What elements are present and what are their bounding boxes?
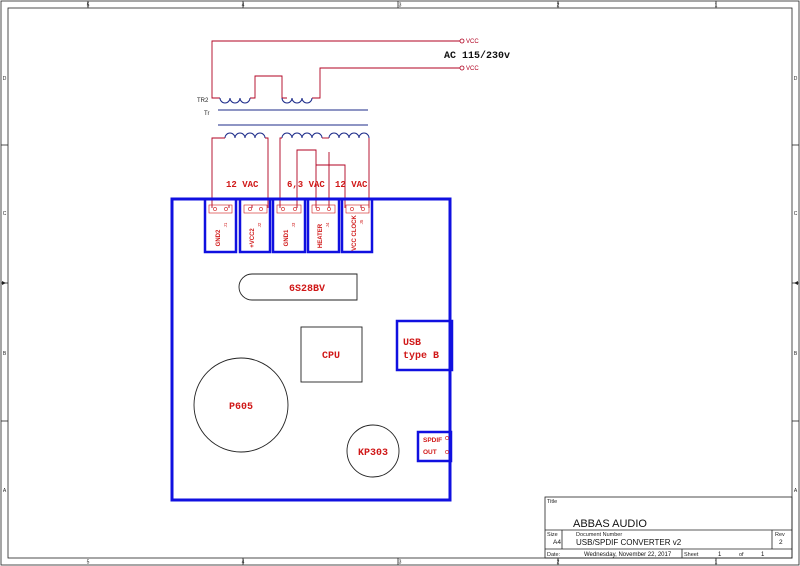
right-tick-a: A [794, 488, 798, 494]
bottom-tick-4: 4 [242, 560, 245, 566]
spdif-label-line1: SPDIF [423, 437, 442, 444]
kp303-transistor[interactable]: KP303 [346, 424, 400, 478]
vcc-bottom-label: VCC [466, 66, 479, 72]
tube-6s28bv[interactable]: 6S28BV [238, 273, 358, 301]
transformer-ref-label: TR2 [197, 98, 209, 104]
connector-j1-name: GND2 [216, 229, 222, 246]
transformer-tr2: TR2 Tr [197, 97, 370, 139]
connector-j1-ref: J1 [223, 222, 228, 227]
connector-j2-name: +VCC2 [250, 228, 256, 248]
connector-j3[interactable]: GND1 J3 [271, 197, 307, 254]
spdif-out-port[interactable]: SPDIF OUT [416, 430, 453, 463]
connector-j5[interactable]: VCC CLOCK J5 [340, 197, 374, 254]
kp303-label: KP303 [358, 448, 388, 459]
voltage-middle-label: 6,3 VAC [287, 180, 325, 190]
sheet-field-label: Sheet [684, 552, 699, 558]
of-field-label: of [739, 552, 744, 558]
right-tick-c: C [794, 211, 798, 217]
top-tick-5: 5 [87, 3, 90, 9]
size-field-label: Size [547, 532, 558, 538]
top-tick-2: 2 [557, 3, 560, 9]
sheet-value: 1 [718, 552, 722, 558]
right-tick-d: D [794, 76, 798, 82]
usb-label-line2: type B [403, 351, 439, 362]
voltage-right-label: 12 VAC [335, 180, 368, 190]
p605-label: P605 [229, 402, 253, 413]
connector-j4[interactable]: HEATER J4 [306, 197, 341, 254]
connector-j2[interactable]: +VCC2 J2 [238, 197, 272, 254]
connector-j3-ref: J3 [291, 222, 296, 227]
bottom-tick-5: 5 [87, 560, 90, 566]
spdif-label-line2: OUT [423, 449, 437, 456]
left-tick-b: B [3, 351, 7, 357]
vcc-top-label: VCC [466, 39, 479, 45]
title-value: ABBAS AUDIO [573, 518, 647, 530]
main-board-outline [170, 197, 452, 502]
usb-type-b-port[interactable]: USB type B [395, 319, 454, 372]
rev-value: 2 [779, 539, 783, 546]
right-tick-b: B [794, 351, 798, 357]
connector-j4-name: HEATER [318, 223, 324, 248]
top-tick-4: 4 [242, 3, 245, 9]
top-tick-1: 1 [715, 3, 718, 9]
primary-coils [219, 97, 313, 104]
title-field-label: Title [547, 499, 557, 505]
connector-j1[interactable]: GND2 J1 [203, 197, 238, 254]
voltage-left-label: 12 VAC [226, 180, 259, 190]
center-arrow-left-icon [2, 281, 6, 285]
left-tick-a: A [3, 488, 7, 494]
date-value: Wednesday, November 22, 2017 [584, 552, 672, 558]
tube-label: 6S28BV [289, 284, 325, 295]
rev-field-label: Rev [775, 532, 785, 538]
cpu-chip[interactable]: CPU [300, 326, 363, 383]
mains-wiring [211, 40, 460, 99]
bottom-tick-3: 3 [399, 560, 402, 566]
top-tick-3: 3 [399, 3, 402, 9]
secondary-coils [224, 132, 370, 139]
connector-j5-name: VCC CLOCK [352, 215, 358, 251]
of-value: 1 [761, 552, 765, 558]
sheet-frame [0, 0, 800, 566]
transformer-core [218, 109, 368, 126]
connector-j4-ref: J4 [325, 222, 330, 227]
connector-j3-name: GND1 [284, 229, 290, 246]
schematic-canvas: 5 4 3 2 1 5 4 3 2 1 D C B A D C B A VCC … [0, 0, 800, 566]
bottom-tick-2: 2 [557, 560, 560, 566]
cpu-label: CPU [322, 351, 340, 362]
p605-capacitor[interactable]: P605 [193, 357, 289, 453]
date-field-label: Date: [547, 552, 561, 558]
connector-j5-ref: J5 [359, 219, 364, 224]
usb-label-line1: USB [403, 338, 421, 349]
connector-j2-ref: J2 [257, 222, 262, 227]
ac-input-label: AC 115/230v [444, 50, 510, 62]
transformer-value-label: Tr [204, 111, 209, 117]
left-tick-c: C [3, 211, 7, 217]
bottom-tick-1: 1 [715, 560, 718, 566]
left-tick-d: D [3, 76, 7, 82]
center-arrow-right-icon [794, 281, 798, 285]
docnum-value: USB/SPDIF CONVERTER v2 [576, 538, 682, 547]
size-value: A4 [553, 539, 561, 546]
